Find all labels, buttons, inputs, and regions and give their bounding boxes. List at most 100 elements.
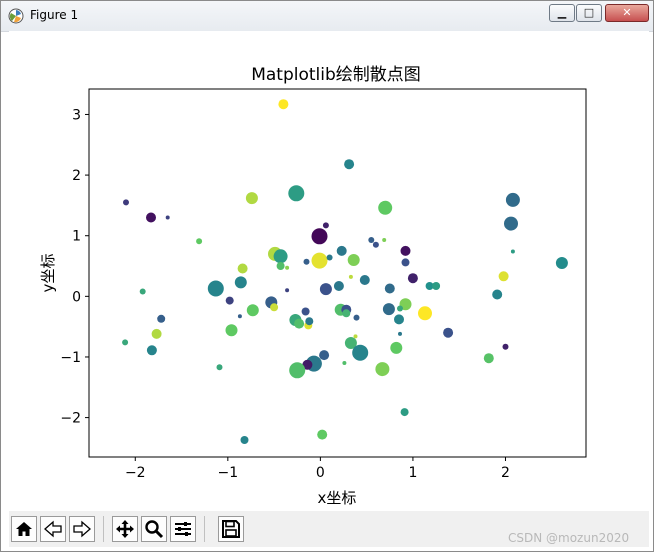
- x-tick-label: 0: [316, 465, 325, 481]
- window-title: Figure 1: [30, 8, 79, 22]
- scatter-point: [237, 263, 248, 274]
- configure-subplots-icon: [175, 522, 191, 536]
- title-bar[interactable]: Figure 1 ▁ □ ✕: [1, 1, 653, 32]
- scatter-point: [276, 262, 285, 270]
- scatter-point: [492, 289, 503, 300]
- x-axis-label: x坐标: [318, 489, 357, 507]
- scatter-point: [285, 265, 290, 270]
- y-tick-label: 0: [72, 289, 81, 305]
- scatter-point: [352, 344, 369, 361]
- scatter-point: [344, 159, 355, 170]
- scatter-point: [317, 429, 328, 440]
- scatter-point: [225, 324, 238, 337]
- plot-frame: [88, 88, 587, 458]
- scatter-point: [123, 199, 129, 206]
- scatter-point: [305, 317, 314, 326]
- scatter-point: [216, 364, 223, 371]
- scatter-point: [382, 238, 387, 242]
- figure-window: Figure 1 ▁ □ ✕ Matplotlib绘制散点图 −2 −1 0 1 2 −…: [0, 0, 654, 552]
- scatter-point: [384, 283, 395, 294]
- scatter-point: [289, 362, 306, 379]
- scatter-point: [401, 258, 410, 267]
- scatter-point: [407, 273, 418, 284]
- scatter-point: [353, 314, 360, 321]
- scatter-point: [157, 314, 166, 323]
- scatter-chart: Matplotlib绘制散点图 −2 −1 0 1 2 −2 −1 0 1 2 3 x坐标 y坐标: [39, 65, 587, 507]
- scatter-point: [270, 303, 279, 312]
- scatter-point: [347, 254, 360, 266]
- close-button[interactable]: ✕: [605, 4, 649, 22]
- x-ticks: −2 −1 0 1 2: [125, 457, 510, 481]
- scatter-point: [342, 309, 351, 318]
- scatter-point: [225, 296, 234, 305]
- y-tick-label: 1: [72, 229, 81, 245]
- toolbar-separator: [103, 516, 104, 542]
- zoom-button[interactable]: [141, 516, 167, 542]
- scatter-point: [502, 343, 509, 350]
- scatter-point: [165, 215, 170, 220]
- toolbar-separator: [204, 516, 205, 542]
- scatter-point: [353, 334, 358, 339]
- scatter-point: [196, 238, 203, 245]
- scatter-point: [234, 276, 247, 289]
- home-icon: [16, 522, 32, 536]
- pan-button[interactable]: [112, 516, 138, 542]
- matplotlib-logo-icon: [8, 8, 24, 24]
- scatter-point: [378, 200, 393, 215]
- scatter-point: [348, 274, 353, 279]
- scatter-point: [432, 282, 441, 290]
- scatter-point: [285, 288, 290, 293]
- scatter-point: [333, 281, 344, 291]
- scatter-point: [505, 192, 520, 207]
- scatter-point: [382, 303, 395, 316]
- scatter-point: [146, 212, 156, 223]
- x-tick-label: 1: [408, 465, 417, 481]
- scatter-point: [483, 353, 494, 364]
- scatter-point: [555, 257, 568, 269]
- scatter-point: [122, 339, 129, 346]
- pan-icon: [116, 520, 134, 538]
- scatter-point: [245, 192, 258, 205]
- home-button[interactable]: [11, 516, 37, 542]
- scatter-point: [322, 222, 329, 229]
- scatter-point: [294, 318, 305, 329]
- y-ticks: −2 −1 0 1 2 3: [60, 107, 89, 427]
- minimize-button[interactable]: ▁: [549, 4, 575, 22]
- scatter-point: [375, 362, 390, 377]
- scatter-point: [336, 245, 347, 256]
- scatter-point: [207, 280, 224, 297]
- points-layer: [122, 99, 568, 444]
- scatter-point: [443, 327, 454, 338]
- scatter-point: [237, 314, 242, 319]
- scatter-point: [311, 252, 328, 269]
- back-arrow-icon: [44, 520, 62, 538]
- maximize-button[interactable]: □: [576, 4, 602, 22]
- save-button[interactable]: [218, 516, 244, 542]
- scatter-point: [311, 228, 328, 245]
- y-axis-label: y坐标: [39, 254, 57, 293]
- figure-canvas[interactable]: Matplotlib绘制散点图 −2 −1 0 1 2 −2 −1 0 1 2 3 x坐标 y坐标: [9, 31, 649, 511]
- scatter-point: [273, 249, 288, 264]
- scatter-point: [303, 258, 310, 265]
- watermark-text: CSDN @mozun2020: [508, 531, 630, 545]
- scatter-point: [510, 249, 515, 254]
- scatter-point: [498, 271, 509, 282]
- forward-arrow-icon: [73, 520, 91, 538]
- x-tick-label: −1: [218, 465, 239, 481]
- configure-subplots-button[interactable]: [170, 516, 196, 542]
- scatter-point: [139, 288, 146, 295]
- scatter-point: [394, 314, 404, 325]
- scatter-point: [301, 307, 310, 316]
- y-tick-label: 3: [72, 107, 81, 123]
- chart-title: Matplotlib绘制散点图: [251, 65, 421, 85]
- scatter-point: [368, 237, 375, 243]
- zoom-icon: [145, 520, 164, 539]
- y-tick-label: −1: [60, 350, 81, 366]
- back-button[interactable]: [40, 516, 66, 542]
- forward-button[interactable]: [69, 516, 95, 542]
- scatter-point: [319, 350, 330, 361]
- scatter-point: [418, 306, 432, 321]
- x-tick-label: 2: [501, 465, 510, 481]
- scatter-point: [146, 345, 157, 356]
- scatter-point: [240, 436, 249, 444]
